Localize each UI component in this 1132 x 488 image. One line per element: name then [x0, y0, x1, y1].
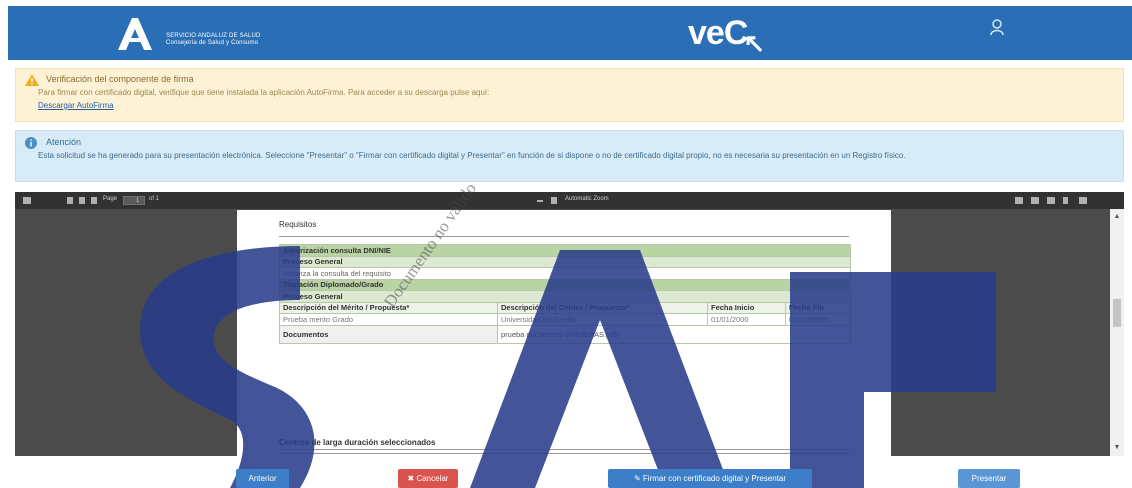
proceso-general-cell: Proceso General [279, 255, 851, 268]
table-row: Documentos prueba documento (PRUEBAS.pdf… [279, 324, 851, 344]
search-icon[interactable] [67, 197, 73, 204]
previous-page-icon[interactable] [79, 197, 85, 204]
app-logo: veC↖ [688, 14, 768, 58]
present-button[interactable]: Presentar [958, 469, 1020, 488]
zoom-select[interactable]: Automatic Zoom [565, 196, 609, 202]
sign-button-label: Firmar con certificado digital y Present… [642, 474, 787, 483]
documentos-label: Documentos [279, 324, 498, 344]
table-cell: 01/01/2000 [785, 313, 851, 326]
page-count: of 1 [149, 196, 160, 202]
table-row: Autorización consulta DNI/NIE [279, 244, 851, 257]
divider [279, 449, 849, 450]
bookmark-icon[interactable] [1063, 197, 1068, 204]
zoom-in-icon[interactable] [551, 197, 557, 204]
app-logo-text: veC [688, 14, 748, 52]
pdf-page: Requisitos Autorización consulta DNI/NIE… [237, 210, 891, 456]
requisitos-heading: Requisitos [279, 220, 317, 229]
signature-warning-alert: Verificación del componente de firma Par… [15, 68, 1124, 122]
scroll-down-icon[interactable]: ▼ [1113, 444, 1121, 452]
download-icon[interactable] [1047, 197, 1055, 204]
sidebar-toggle-icon[interactable] [23, 197, 31, 204]
print-icon[interactable] [1031, 197, 1039, 204]
page-label: Page [103, 196, 118, 202]
table-cell: Prueba merito Grado [279, 313, 498, 326]
junta-logo-icon [118, 18, 152, 50]
cancel-button[interactable]: ✖ Cancelar [398, 469, 458, 488]
info-title: Atención [46, 137, 82, 147]
table-cell: Universidad de Sevilla [497, 313, 708, 326]
column-header: Descripción del Centro / Propuesta* [497, 301, 708, 314]
scroll-up-icon[interactable]: ▲ [1113, 213, 1121, 221]
warning-body: Para firmar con certificado digital, ver… [38, 88, 490, 97]
column-header: Fecha Inicio [707, 301, 786, 314]
cancel-button-label: Cancelar [416, 474, 449, 483]
info-body: Esta solicitud se ha generado para su pr… [38, 151, 906, 160]
table-row: Proceso General [279, 290, 851, 303]
column-header: Fecha Fin [785, 301, 851, 314]
presentation-mode-icon[interactable] [1015, 197, 1023, 204]
documentos-value: prueba documento (PRUEBAS.pdf) [497, 324, 851, 344]
back-button[interactable]: Anterior [236, 469, 289, 488]
divider [279, 236, 849, 237]
scrollbar-thumb[interactable] [1113, 299, 1121, 327]
titulacion-section-cell: Titulación Diplomado/Grado [279, 278, 851, 291]
centros-heading: Centros de larga duración seleccionados [279, 438, 436, 447]
sign-and-present-button[interactable]: ✎ Firmar con certificado digital y Prese… [608, 469, 812, 488]
next-page-icon[interactable] [91, 197, 97, 204]
divider [279, 453, 849, 454]
organization-line-1: SERVICIO ANDALUZ DE SALUD [166, 33, 261, 39]
auth-text-cell: Autoriza la consulta del requisito [279, 267, 851, 280]
table-row: Prueba merito Grado Universidad de Sevil… [279, 313, 851, 326]
logo-arrow-icon: ↖ [743, 28, 765, 58]
table-row: Proceso General [279, 255, 851, 268]
page-number-input[interactable]: 1 [123, 196, 145, 205]
tools-menu-icon[interactable] [1079, 197, 1087, 204]
table-row: Titulación Diplomado/Grado [279, 278, 851, 291]
organization-line-2: Consejería de Salud y Consumo [166, 40, 259, 46]
table-header-row: Descripción del Mérito / Propuesta* Desc… [279, 301, 851, 314]
pdf-scrollbar[interactable]: ▲ ▼ [1110, 209, 1124, 456]
info-icon [25, 137, 37, 149]
table-row: Autoriza la consulta del requisito [279, 267, 851, 280]
attention-info-alert: Atención Esta solicitud se ha generado p… [15, 130, 1124, 182]
top-header: SERVICIO ANDALUZ DE SALUD Consejería de … [8, 6, 1132, 60]
table-cell: 01/01/2000 [707, 313, 786, 326]
proceso-general-cell: Proceso General [279, 290, 851, 303]
auth-section-cell: Autorización consulta DNI/NIE [279, 244, 851, 257]
download-autofirma-link[interactable]: Descargar AutoFirma [38, 101, 114, 110]
page-number: 1 [136, 198, 140, 204]
requirements-table: Autorización consulta DNI/NIE Proceso Ge… [279, 244, 851, 344]
zoom-out-icon[interactable] [537, 200, 543, 202]
pdf-toolbar: Page 1 of 1 Automatic Zoom [15, 192, 1124, 209]
user-icon[interactable] [990, 19, 1004, 35]
organization-name: SERVICIO ANDALUZ DE SALUD Consejería de … [166, 33, 261, 47]
warning-title: Verificación del componente de firma [46, 74, 194, 84]
pdf-viewer[interactable]: Page 1 of 1 Automatic Zoom Requisitos Au… [15, 192, 1124, 456]
page: SERVICIO ANDALUZ DE SALUD Consejería de … [0, 0, 1132, 488]
warning-icon [25, 74, 39, 86]
